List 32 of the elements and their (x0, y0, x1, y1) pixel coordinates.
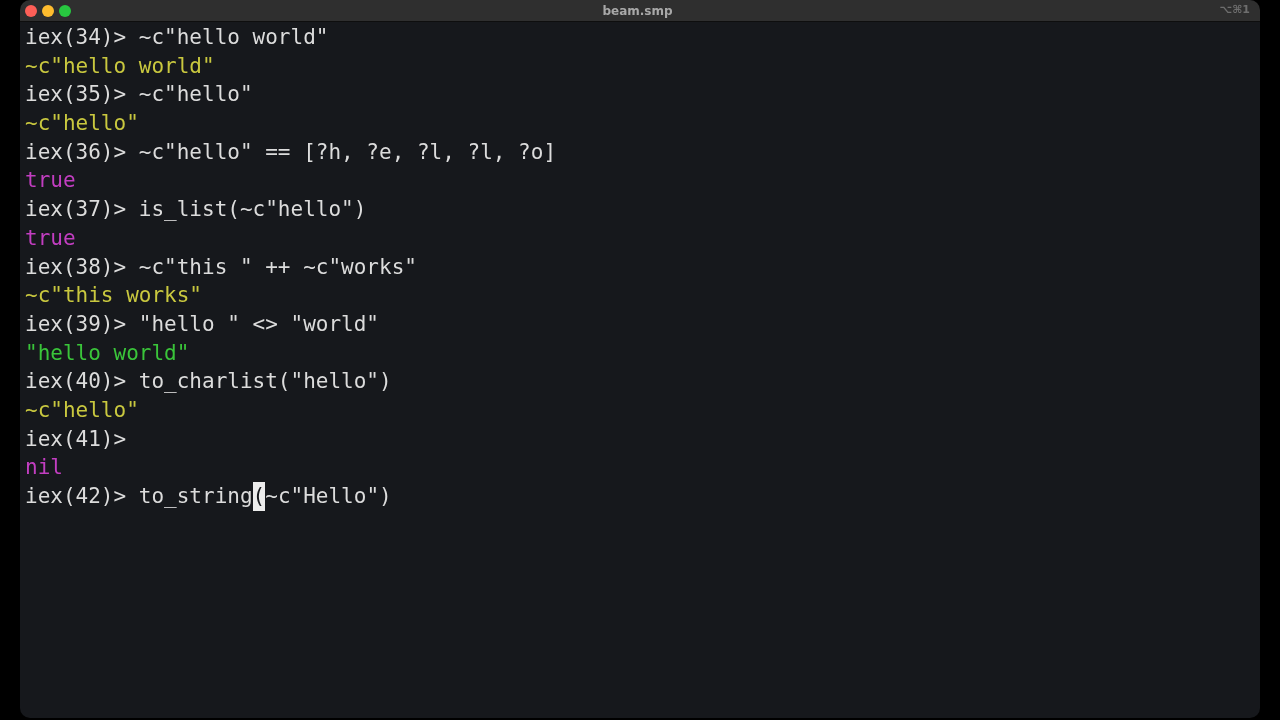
minimize-button[interactable] (42, 4, 54, 17)
command-text: ~c"Hello") (265, 483, 392, 510)
prompt-text: iex(37)> (25, 196, 127, 224)
prompt-text: iex(35)> (25, 81, 127, 109)
command-text: ~c"this " ++ ~c"works" (138, 253, 417, 281)
shortcut-label: ⌥⌘1 (1219, 2, 1250, 19)
prompt-text: iex(34)> (25, 24, 127, 51)
prompt-text: iex(41)> (25, 425, 127, 453)
close-button[interactable] (25, 4, 37, 17)
prompt-text: iex(42)> (25, 483, 127, 510)
command-text: "hello " <> "world" (138, 310, 379, 338)
output-text: "hello world" (25, 339, 190, 367)
zoom-button[interactable] (59, 4, 71, 17)
output-text: true (25, 224, 76, 252)
command-text: ~c"hello" (138, 81, 253, 109)
command-text: to_string (138, 483, 253, 510)
prompt-text: iex(40)> (25, 368, 127, 396)
output-text: ~c"hello world" (25, 52, 215, 80)
window-title: beam.smp (602, 2, 673, 20)
command-text: is_list(~c"hello") (138, 196, 367, 224)
output-text: ~c"this works" (25, 282, 202, 310)
output-text: ~c"hello" (25, 110, 139, 138)
prompt-text: iex(39)> (25, 310, 127, 338)
output-text: true (25, 167, 76, 195)
cursor-block: ( (252, 482, 266, 511)
command-text: to_charlist("hello") (138, 368, 392, 396)
command-text: ~c"hello" == [?h, ?e, ?l, ?l, ?o] (138, 138, 557, 166)
output-text: ~c"hello" (25, 396, 139, 424)
output-text: nil (25, 454, 63, 482)
command-text: ~c"hello world" (138, 24, 329, 51)
prompt-text: iex(38)> (25, 253, 127, 281)
prompt-text: iex(36)> (25, 138, 127, 166)
